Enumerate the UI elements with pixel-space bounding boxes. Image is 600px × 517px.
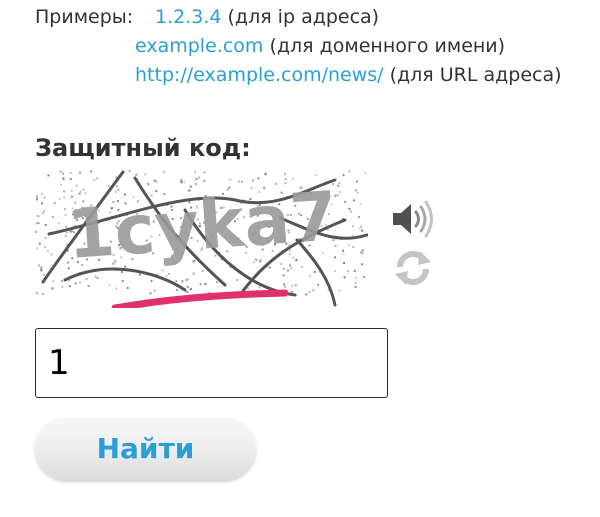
example-link-url[interactable]: http://example.com/news/	[135, 64, 384, 86]
example-link-domain[interactable]: example.com	[135, 35, 263, 57]
search-submit-button[interactable]: Найти	[35, 416, 256, 480]
speaker-icon	[393, 200, 433, 238]
example-row-domain: example.com (для доменного имени)	[35, 32, 595, 61]
handwritten-underline-mark	[111, 289, 289, 308]
example-note-ip: (для ip адреса)	[221, 6, 380, 28]
audio-captcha-button[interactable]	[390, 199, 436, 239]
examples-label: Примеры:	[35, 6, 134, 28]
security-code-heading: Защитный код:	[35, 134, 251, 162]
example-note-domain: (для доменного имени)	[263, 35, 506, 57]
example-note-url: (для URL адреса)	[383, 64, 562, 86]
example-link-ip[interactable]: 1.2.3.4	[155, 6, 221, 28]
example-row-url: http://example.com/news/ (для URL адреса…	[35, 61, 595, 90]
security-code-input[interactable]	[35, 328, 388, 398]
refresh-icon	[395, 250, 431, 286]
examples-block: Примеры: 1.2.3.4 (для ip адреса) example.…	[35, 3, 595, 90]
refresh-captcha-button[interactable]	[393, 248, 433, 288]
captcha-text: 1cyka7	[65, 177, 340, 275]
captcha-image: 1cyka7	[35, 170, 368, 308]
example-row-ip: Примеры: 1.2.3.4 (для ip адреса)	[35, 3, 595, 32]
